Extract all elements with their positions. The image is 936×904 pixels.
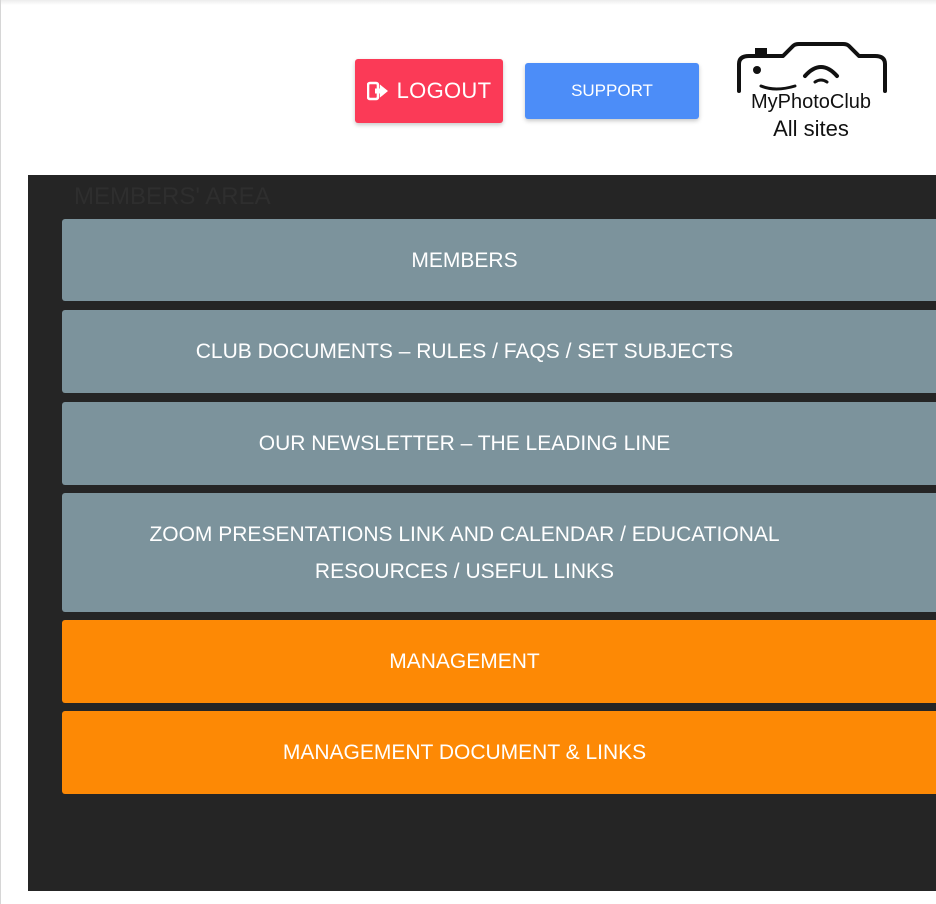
members-panel: MEMBERS' AREA MEMBERS CLUB DOCUMENTS – R… xyxy=(28,175,936,891)
members-label: MEMBERS xyxy=(411,248,518,272)
newsletter-label: OUR NEWSLETTER – THE LEADING LINE xyxy=(258,432,671,455)
club-documents-button[interactable]: CLUB DOCUMENTS – RULES / FAQS / SET SUBJ… xyxy=(62,310,936,393)
zoom-presentations-button[interactable]: ZOOM PRESENTATIONS LINK AND CALENDAR / E… xyxy=(62,493,936,612)
club-documents-label: CLUB DOCUMENTS – RULES / FAQS / SET SUBJ… xyxy=(195,340,734,363)
support-button[interactable]: SUPPORT xyxy=(525,63,699,119)
support-label: SUPPORT xyxy=(571,81,653,100)
management-documents-button[interactable]: MANAGEMENT DOCUMENT & LINKS xyxy=(62,711,936,794)
newsletter-button[interactable]: OUR NEWSLETTER – THE LEADING LINE xyxy=(62,402,936,485)
logo-name: MyPhotoClub xyxy=(750,91,872,113)
myphotoclub-logo[interactable]: MyPhotoClub All sites xyxy=(731,36,891,146)
members-button[interactable]: MEMBERS xyxy=(62,219,936,301)
panel-heading: MEMBERS' AREA xyxy=(74,183,271,210)
zoom-presentations-label: ZOOM PRESENTATIONS LINK AND CALENDAR / E… xyxy=(149,522,780,583)
page-frame: LOGOUT SUPPORT MyPhotoClub All sites MEM… xyxy=(0,0,936,904)
management-documents-label: MANAGEMENT DOCUMENT & LINKS xyxy=(282,741,647,764)
management-button[interactable]: MANAGEMENT xyxy=(62,620,936,703)
camera-icon xyxy=(737,42,887,93)
logo-subtitle: All sites xyxy=(773,116,849,141)
logout-label: LOGOUT xyxy=(396,78,492,103)
sign-out-icon xyxy=(366,81,389,101)
management-label: MANAGEMENT xyxy=(389,650,540,673)
logout-button[interactable]: LOGOUT xyxy=(355,59,503,123)
